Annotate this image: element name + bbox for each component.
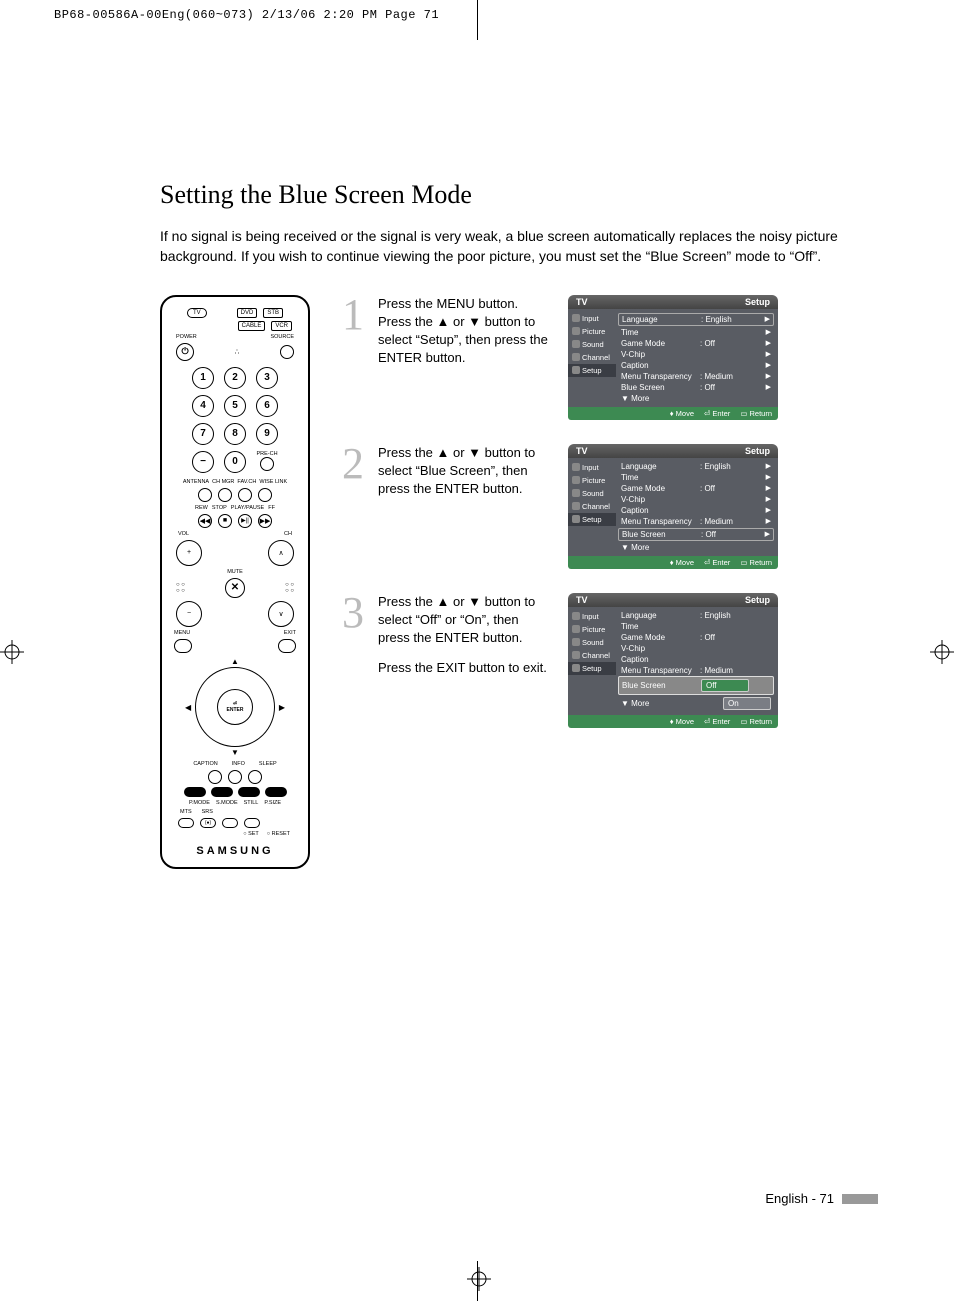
num-6: 6 xyxy=(256,395,278,417)
stop-label: STOP xyxy=(212,505,227,511)
set-label: SET xyxy=(248,831,259,837)
antenna-label: ANTENNA xyxy=(183,479,209,485)
info-label: INFO xyxy=(232,761,245,767)
ch-down-button: ∨ xyxy=(268,601,294,627)
steps-column: 1 Press the MENU button. Press the ▲ or … xyxy=(338,295,880,869)
vol-down-button: − xyxy=(176,601,202,627)
intro-text: If no signal is being received or the si… xyxy=(160,226,860,267)
rew-label: REW xyxy=(195,505,208,511)
step-1: 1 Press the MENU button. Press the ▲ or … xyxy=(338,295,880,420)
step-3: 3 Press the ▲ or ▼ button to select “Off… xyxy=(338,593,880,728)
remote-diagram: TV DVD STB CABLE VCR POWER SOURCE ⏻ ∴ xyxy=(160,295,310,869)
enter-button: ⏎ENTER xyxy=(217,689,253,725)
num-4: 4 xyxy=(192,395,214,417)
registration-mark-left xyxy=(0,640,24,664)
registration-mark-right xyxy=(930,640,954,664)
crop-mark-top xyxy=(477,0,478,40)
crop-header: BP68-00586A-00Eng(060~073) 2/13/06 2:20 … xyxy=(54,8,439,22)
source-label: SOURCE xyxy=(270,334,294,340)
page-content: Setting the Blue Screen Mode If no signa… xyxy=(160,180,880,869)
favch-label: FAV.CH xyxy=(237,479,256,485)
step-2-number: 2 xyxy=(338,444,364,484)
stop-button: ■ xyxy=(218,514,232,528)
num-9: 9 xyxy=(256,423,278,445)
remote-vcr-button: VCR xyxy=(271,321,292,331)
menu-button xyxy=(174,639,192,653)
play-label: PLAY/PAUSE xyxy=(231,505,264,511)
step-1-number: 1 xyxy=(338,295,364,335)
smode-label: S.MODE xyxy=(216,800,238,806)
psize-label: P.SIZE xyxy=(264,800,281,806)
power-label: POWER xyxy=(176,334,197,340)
power-button: ⏻ xyxy=(176,343,194,361)
exit-button xyxy=(278,639,296,653)
step-3-number: 3 xyxy=(338,593,364,633)
prech-label: PRE-CH xyxy=(256,451,277,457)
page-footer: English - 71 xyxy=(765,1191,878,1206)
remote-stb-button: STB xyxy=(263,308,283,318)
source-button xyxy=(280,345,294,359)
step-2-text: Press the ▲ or ▼ button to select “Blue … xyxy=(378,444,554,499)
num-7: 7 xyxy=(192,423,214,445)
srs-label: SRS xyxy=(202,809,213,815)
rew-button: ◀◀ xyxy=(198,514,212,528)
option-on: On xyxy=(723,697,771,710)
osd-screenshot-2: TVSetup Input Picture Sound Channel Setu… xyxy=(568,444,778,569)
registration-mark-bottom xyxy=(467,1267,491,1291)
page-title: Setting the Blue Screen Mode xyxy=(160,180,880,210)
caption-label: CAPTION xyxy=(193,761,217,767)
step-1-text: Press the MENU button. Press the ▲ or ▼ … xyxy=(378,295,554,368)
still-label: STILL xyxy=(244,800,259,806)
remote-dvd-button: DVD xyxy=(237,308,258,318)
vol-up-button: + xyxy=(176,540,202,566)
reset-label: RESET xyxy=(272,831,290,837)
num-5: 5 xyxy=(224,395,246,417)
mute-button: ✕ xyxy=(225,578,245,598)
mute-label: MUTE xyxy=(227,569,243,575)
num-2: 2 xyxy=(224,367,246,389)
ff-button: ▶▶ xyxy=(258,514,272,528)
ch-up-button: ∧ xyxy=(268,540,294,566)
osd-screenshot-3: TVSetup Input Picture Sound Channel Setu… xyxy=(568,593,778,728)
number-pad: 1 2 3 4 5 6 7 8 9 − 0 PRE-CH xyxy=(168,367,302,473)
exit-label: EXIT xyxy=(284,630,296,636)
num-8: 8 xyxy=(224,423,246,445)
chmgr-label: CH MGR xyxy=(212,479,234,485)
num-1: 1 xyxy=(192,367,214,389)
ch-label: CH xyxy=(284,531,292,537)
menu-label: MENU xyxy=(174,630,190,636)
num-0: 0 xyxy=(224,451,246,473)
option-off: Off xyxy=(701,679,749,692)
step-3-text2: Press the EXIT button to exit. xyxy=(378,659,554,677)
vol-label: VOL xyxy=(178,531,189,537)
wiselink-label: WISE LINK xyxy=(259,479,287,485)
sleep-label: SLEEP xyxy=(259,761,277,767)
remote-cable-button: CABLE xyxy=(238,321,266,331)
brand-logo: SAMSUNG xyxy=(168,845,302,857)
footer-bar xyxy=(842,1194,878,1204)
ff-label: FF xyxy=(268,505,275,511)
prech-button xyxy=(260,457,274,471)
num-3: 3 xyxy=(256,367,278,389)
dash-button: − xyxy=(192,451,214,473)
play-button: ▶|| xyxy=(238,514,252,528)
step-2: 2 Press the ▲ or ▼ button to select “Blu… xyxy=(338,444,880,569)
remote-tv-button: TV xyxy=(187,308,207,318)
nav-pad: ▲ ▼ ◀ ▶ ⏎ENTER xyxy=(185,657,285,757)
step-3-text: Press the ▲ or ▼ button to select “Off” … xyxy=(378,593,554,648)
osd-screenshot-1: TVSetup Input Picture Sound Channel Setu… xyxy=(568,295,778,420)
page-number: English - 71 xyxy=(765,1191,834,1206)
color-buttons xyxy=(168,787,302,797)
mts-label: MTS xyxy=(180,809,192,815)
pmode-label: P.MODE xyxy=(189,800,210,806)
